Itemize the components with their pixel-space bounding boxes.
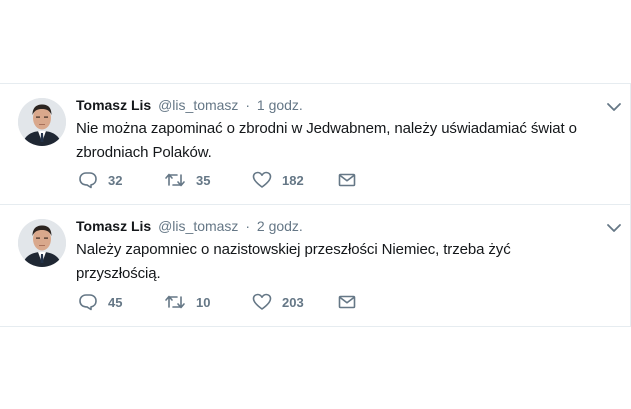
retweet-button[interactable]: 10 <box>164 293 252 311</box>
retweet-icon <box>164 293 186 311</box>
direct-message-button[interactable] <box>338 294 356 310</box>
direct-message-button[interactable] <box>338 172 356 188</box>
separator-dot: · <box>245 97 250 113</box>
avatar[interactable] <box>18 98 66 146</box>
tweet-actions: 45 10 203 <box>78 292 356 312</box>
like-count: 203 <box>282 294 304 310</box>
tweet-text: Należy zapomniec o nazistowskiej przeszł… <box>76 241 511 282</box>
retweet-count: 10 <box>196 294 211 310</box>
timestamp[interactable]: 1 godz. <box>257 97 303 113</box>
reply-count: 45 <box>108 294 123 310</box>
avatar[interactable] <box>18 219 66 267</box>
reply-icon <box>78 171 98 189</box>
like-button[interactable]: 182 <box>252 171 338 189</box>
heart-icon <box>252 171 272 189</box>
author-handle[interactable]: @lis_tomasz <box>158 97 238 113</box>
author-name[interactable]: Tomasz Lis <box>76 97 151 113</box>
envelope-icon <box>338 172 356 188</box>
retweet-count: 35 <box>196 172 211 188</box>
tweet-content: Tomasz Lis @lis_tomasz · 1 godz. Nie moż… <box>76 96 590 165</box>
tweet-timeline: Tomasz Lis @lis_tomasz · 1 godz. Nie moż… <box>0 83 631 327</box>
reply-button[interactable]: 45 <box>78 293 164 311</box>
separator-dot: · <box>245 218 250 234</box>
reply-button[interactable]: 32 <box>78 171 164 189</box>
chevron-down-icon[interactable] <box>606 221 622 233</box>
retweet-button[interactable]: 35 <box>164 171 252 189</box>
envelope-icon <box>338 294 356 310</box>
timestamp[interactable]: 2 godz. <box>257 218 303 234</box>
chevron-down-icon[interactable] <box>606 100 622 112</box>
author-handle[interactable]: @lis_tomasz <box>158 218 238 234</box>
reply-count: 32 <box>108 172 123 188</box>
like-count: 182 <box>282 172 304 188</box>
tweet[interactable]: Tomasz Lis @lis_tomasz · 1 godz. Nie moż… <box>0 83 630 205</box>
tweet-text: Nie można zapominać o zbrodni w Jedwabne… <box>76 120 577 161</box>
like-button[interactable]: 203 <box>252 293 338 311</box>
reply-icon <box>78 293 98 311</box>
author-name[interactable]: Tomasz Lis <box>76 218 151 234</box>
tweet-content: Tomasz Lis @lis_tomasz · 2 godz. Należy … <box>76 217 590 286</box>
heart-icon <box>252 293 272 311</box>
tweet-actions: 32 35 182 <box>78 170 356 190</box>
retweet-icon <box>164 171 186 189</box>
tweet[interactable]: Tomasz Lis @lis_tomasz · 2 godz. Należy … <box>0 205 630 327</box>
tweet-header: Tomasz Lis @lis_tomasz · 2 godz. <box>76 217 590 235</box>
tweet-header: Tomasz Lis @lis_tomasz · 1 godz. <box>76 96 590 114</box>
